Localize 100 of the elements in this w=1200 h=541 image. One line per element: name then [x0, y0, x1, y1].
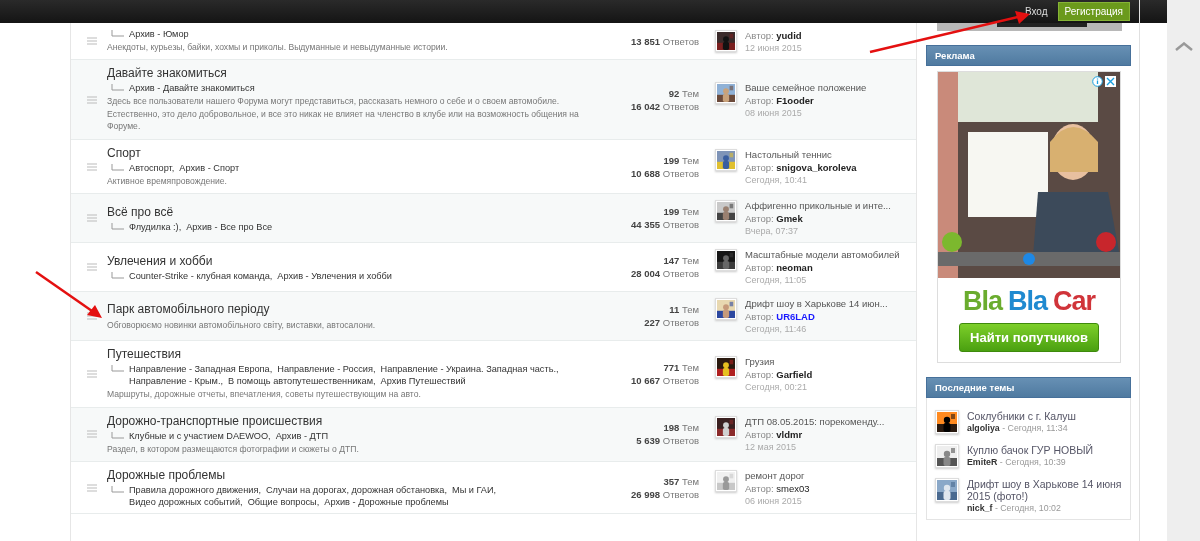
drag-handle-icon[interactable]	[87, 214, 97, 223]
forum-description: Здесь все пользователи нашего Форума могут представиться, рассказать немного о себе и о своем автомобиле. Естественно, это дело добровольное, и все это никак не влияет на членство в клубе или на возможность общения на Форуме.	[107, 95, 580, 133]
forum-title-link[interactable]: Дорожные проблемы	[107, 468, 602, 483]
subforum-link[interactable]: Архив - Спорт	[179, 162, 240, 173]
forum-description: Анекдоты, курьезы, байки, хохмы и приколы. Выдуманные и невыдуманные истории.	[107, 41, 449, 54]
subforum-link[interactable]: Counter-Strike - клубная команда,	[129, 270, 273, 281]
subforum-link[interactable]: Направление - Россия,	[277, 364, 376, 375]
forum-description: Раздел, в котором размещаются фотографии и сюжеты о ДТП.	[107, 442, 360, 456]
subforum-link[interactable]: Мы и ГАИ,	[452, 485, 497, 496]
subforum-link[interactable]: Общие вопросы,	[247, 497, 320, 508]
tree-branch-icon	[111, 84, 125, 93]
topic-link[interactable]: Дрифт шоу в Харькове 14 июня 2015 (фото!)	[967, 478, 1122, 502]
subforum-link[interactable]: Автоспорт,	[129, 162, 175, 173]
subforum-link[interactable]: Случаи на дорогах, дорожная обстановка,	[265, 485, 447, 496]
topic-link[interactable]: Соклубники с г. Калуш	[967, 410, 1076, 422]
topic-meta: nick_f - Сегодня, 10:02	[967, 503, 1062, 513]
last-post-link[interactable]: ремонт дорог	[745, 469, 810, 481]
author-line: Автор: smex03	[745, 482, 810, 494]
subforum-link[interactable]: Архив - Давайте знакомиться	[129, 83, 255, 94]
subforum-link[interactable]: Архив - Увлечения и хобби	[277, 270, 392, 281]
post-date: Сегодня, 11:05	[745, 275, 808, 286]
forum-stat: 26 998 Ответов	[630, 488, 699, 500]
drag-handle-icon[interactable]	[87, 95, 97, 104]
forum-description: Обговорюємо новинки автомобільного світу, виставки, автосалони.	[107, 318, 377, 331]
tree-branch-icon	[111, 486, 125, 495]
post-date: Сегодня, 11:46	[745, 324, 808, 335]
scroll-up-icon[interactable]	[1174, 42, 1193, 51]
last-post-link[interactable]: ДТП 08.05.2015: порекоменду...	[745, 416, 885, 428]
section-header: Последние темы	[926, 377, 1131, 398]
subforum-link[interactable]: Направление - Крым.,	[129, 376, 224, 387]
post-date: 12 июня 2015	[745, 42, 802, 53]
forum-stat: 227 Ответов	[643, 317, 699, 329]
subforum-link[interactable]: Архив - Дорожные проблемы	[324, 497, 449, 508]
post-date: Вчера, 07:37	[745, 226, 799, 237]
subforum-link[interactable]: Видео дорожных событий,	[129, 497, 243, 508]
last-post-link[interactable]: Грузия	[745, 356, 813, 367]
forum-stat: 11 Тем	[668, 304, 699, 316]
drag-handle-icon[interactable]	[87, 370, 97, 378]
tree-branch-icon	[111, 431, 125, 440]
forum-stat: 357 Тем	[662, 475, 699, 487]
drag-handle-icon[interactable]	[87, 162, 97, 171]
subforum-link[interactable]: В помощь автопутешественникам,	[228, 376, 376, 387]
last-post-link[interactable]: Дрифт шоу в Харькове 14 июн...	[745, 298, 888, 310]
subforum-link[interactable]: Правила дорожного движения,	[129, 485, 261, 496]
author-line: Автор: Gmek	[745, 213, 804, 225]
last-post-link[interactable]: Ваше семейное положение	[745, 81, 867, 93]
topic-link[interactable]: Куплю бачок ГУР НОВЫЙ	[967, 444, 1094, 456]
login-link[interactable]: Вход	[1024, 6, 1048, 17]
ad-banner[interactable]: Bla Bla Car Найти попутчиков	[937, 71, 1121, 363]
author-line: Автор: yudid	[745, 29, 802, 41]
subforum-link[interactable]: Направление - Украина. Западная часть.,	[380, 364, 559, 375]
drag-handle-icon[interactable]	[87, 312, 97, 321]
subforum-link[interactable]: Архив - Все про Все	[186, 221, 273, 232]
forum-stat: 16 042 Ответов	[630, 100, 699, 112]
topic-meta: algoliya - Сегодня, 11:34	[967, 423, 1069, 433]
post-date: Сегодня, 10:41	[745, 174, 808, 185]
author-line: Автор: vldmr	[745, 429, 804, 441]
subforum-link[interactable]: Клубные и с участием DAEWOO,	[129, 430, 271, 441]
author-line: Автор: neoman	[745, 262, 814, 274]
forum-stat: 147 Тем	[662, 255, 699, 267]
drag-handle-icon[interactable]	[87, 483, 97, 492]
last-post-link[interactable]: Настольный теннис	[745, 148, 857, 160]
logo-word: Bla	[962, 286, 1002, 317]
forum-stat: 198 Тем	[662, 422, 699, 434]
tree-branch-icon	[111, 222, 125, 231]
last-post-link[interactable]: Аффигенно прикольные и инте...	[745, 200, 891, 212]
forum-stat: 771 Тем	[662, 362, 699, 373]
drag-handle-icon[interactable]	[87, 37, 97, 46]
forum-stat: 10 667 Ответов	[630, 375, 699, 386]
forum-title-link[interactable]: Спорт	[107, 145, 602, 160]
forum-title-link[interactable]: Увлечения и хобби	[107, 253, 602, 268]
annotation-arrow	[35, 270, 102, 318]
subforum-link[interactable]: Архив Путешествий	[380, 376, 466, 387]
forum-stat: 92 Тем	[667, 87, 699, 99]
subforum-link[interactable]: Флудилка :),	[129, 221, 182, 232]
forum-title-link[interactable]: Парк автомобільного періоду	[107, 301, 602, 316]
forum-title-link[interactable]: Давайте знакомиться	[107, 66, 602, 81]
author-line: Автор: snigova_koroleva	[745, 161, 857, 173]
forum-title-link[interactable]: Дорожно-транспортные происшествия	[107, 413, 602, 428]
drag-handle-icon[interactable]	[87, 263, 97, 272]
last-post-link[interactable]: Масштабные модели автомобилей	[745, 249, 900, 261]
logo-word: Car	[1053, 286, 1096, 317]
subforum-link[interactable]: Архив - ДТП	[275, 430, 328, 441]
tree-branch-icon	[111, 365, 125, 374]
post-date: 06 июня 2015	[745, 495, 803, 506]
drag-handle-icon[interactable]	[87, 430, 97, 439]
subforum-link[interactable]: Архив - Юмор	[129, 29, 189, 39]
author-line: Автор: UR6LAD	[745, 311, 816, 323]
post-date: 08 июня 2015	[745, 107, 803, 118]
post-date: 12 мая 2015	[745, 442, 798, 453]
forum-title-link[interactable]: Путешествия	[107, 347, 602, 362]
subforum-link[interactable]: Направление - Западная Европа,	[129, 364, 273, 375]
info-icon[interactable]	[1092, 76, 1103, 87]
topic-meta: EmiteR - Сегодня, 10:39	[967, 457, 1067, 467]
author-line: Автор: F1ooder	[745, 94, 815, 106]
forum-stat: 10 688 Ответов	[630, 167, 699, 179]
forum-stat: 44 355 Ответов	[630, 219, 699, 231]
forum-description: Маршруты, дорожные отчеты, впечатления, советы путешествующим на авто.	[107, 388, 422, 401]
logo-word: Bla	[1008, 286, 1047, 317]
forum-title-link[interactable]: Всё про всё	[107, 204, 602, 219]
